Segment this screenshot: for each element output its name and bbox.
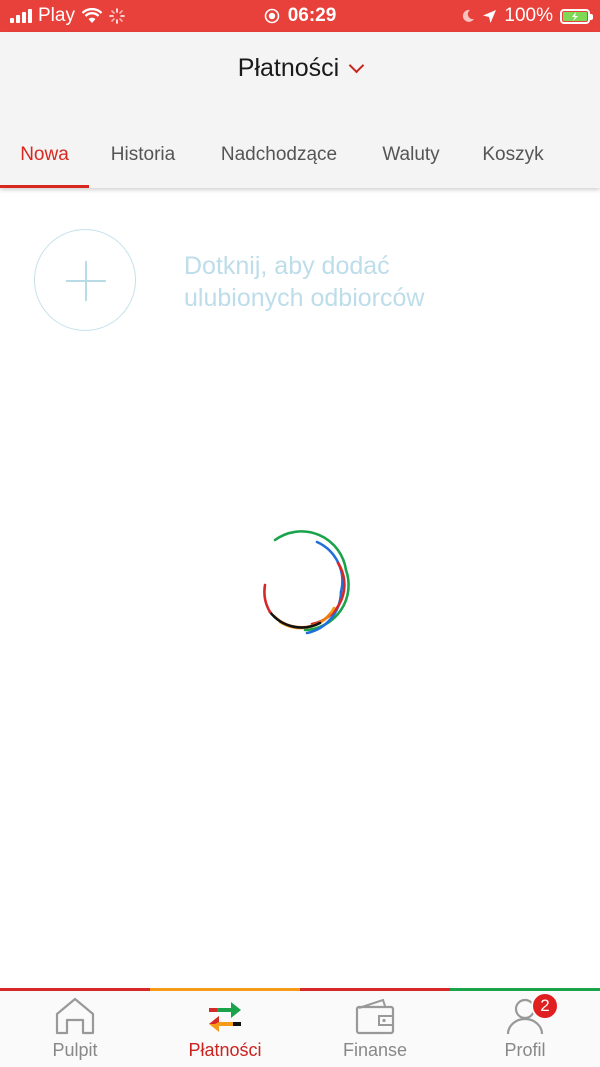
battery-percent: 100%: [504, 5, 553, 26]
wallet-icon: [355, 998, 395, 1035]
nav-platnosci[interactable]: Płatności: [150, 996, 300, 1066]
nav-finanse[interactable]: Finanse: [300, 996, 450, 1066]
tab-historia[interactable]: Historia: [96, 122, 190, 188]
tab-waluty[interactable]: Waluty: [370, 122, 452, 188]
nav-label: Płatności: [188, 1040, 262, 1060]
loading-activity-icon: [109, 8, 125, 24]
page-title[interactable]: Płatności: [238, 54, 339, 83]
payments-header: Płatności Nowa Historia Nadchodzące Walu…: [0, 32, 600, 188]
tab-koszyk[interactable]: Koszyk: [472, 122, 554, 188]
profile-icon-wrapper: 2: [503, 992, 559, 1036]
notification-badge: 2: [531, 992, 559, 1020]
section-switcher[interactable]: Płatności: [0, 32, 600, 104]
status-bar: Play 06:29 100%: [0, 0, 600, 32]
battery-icon: [560, 8, 593, 24]
moon-icon: [463, 9, 475, 22]
add-favorite-hint[interactable]: Dotknij, aby dodać ulubionych odbiorców: [184, 250, 504, 314]
nav-pulpit[interactable]: Pulpit: [0, 996, 150, 1066]
active-tab-indicator: [0, 185, 89, 188]
screen-record-icon: [264, 8, 279, 24]
nav-label: Pulpit: [52, 1040, 98, 1060]
location-arrow-icon: [483, 9, 497, 23]
chevron-down-icon[interactable]: [348, 57, 365, 73]
bottom-navigation: Pulpit Płatności Finanse 2 Profil: [0, 988, 600, 1067]
nav-label: Profil: [504, 1040, 546, 1060]
payment-tabs: Nowa Historia Nadchodzące Waluty Koszyk: [0, 122, 600, 188]
loading-spinner-icon: [263, 530, 350, 635]
wifi-icon: [81, 8, 103, 23]
tab-nadchodzace[interactable]: Nadchodzące: [210, 122, 348, 188]
transfer-arrows-icon: [209, 1002, 241, 1032]
hint-line-1: Dotknij, aby dodać: [184, 252, 390, 280]
add-favorite-button[interactable]: [34, 229, 136, 331]
tab-nowa[interactable]: Nowa: [0, 122, 89, 188]
signal-icon: [10, 9, 32, 23]
home-icon: [55, 997, 95, 1035]
carrier-label: Play: [38, 5, 75, 26]
brand-stripe: [0, 988, 600, 991]
nav-label: Finanse: [342, 1040, 408, 1060]
nav-profil[interactable]: 2 Profil: [450, 992, 600, 1066]
clock: 06:29: [287, 5, 337, 26]
hint-line-2: ulubionych odbiorców: [184, 284, 425, 312]
